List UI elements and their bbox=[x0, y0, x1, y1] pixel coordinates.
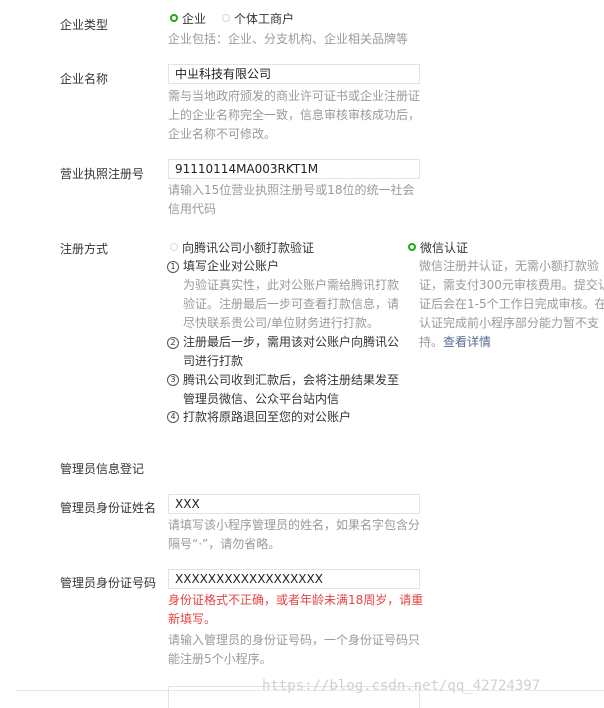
admin-name-input[interactable]: XXX bbox=[168, 494, 420, 514]
step-3-icon: 3 bbox=[167, 374, 179, 386]
admin-id-error-2: 新填写。 bbox=[168, 612, 217, 626]
step-4-icon: 4 bbox=[167, 411, 179, 423]
company-name-hint-1: 需与当地政府颁发的商业许可证书或企业注册证 bbox=[168, 89, 421, 103]
radio-wechat-auth-label[interactable]: 微信认证 bbox=[420, 239, 468, 256]
wechat-desc-tail: 持。 bbox=[419, 335, 444, 349]
step-1-desc-2: 验证。注册最后一步可查看打款信息，请 bbox=[183, 297, 400, 311]
wechat-desc-2: 证，需支付300元审核费用。提交认 bbox=[419, 278, 604, 292]
radio-bank-transfer-label[interactable]: 向腾讯公司小额打款验证 bbox=[182, 239, 314, 256]
wechat-desc-1: 微信注册并认证，无需小额打款验 bbox=[419, 259, 600, 273]
view-details-link[interactable]: 查看详情 bbox=[443, 335, 491, 349]
admin-id-error-1: 身份证格式不正确，或者年龄未满18周岁，请重 bbox=[168, 593, 424, 607]
license-input[interactable]: 91110114MA003RKT1M bbox=[168, 159, 420, 179]
step-3-title-2: 管理员微信、公众平台站内信 bbox=[183, 392, 340, 406]
wechat-desc-4: 认证完成前小程序部分能力暂不支 bbox=[419, 316, 600, 330]
step-3-title-1: 腾讯公司收到汇款后，会将注册结果发至 bbox=[183, 373, 400, 387]
admin-id-label: 管理员身份证号码 bbox=[60, 576, 157, 590]
admin-name-label: 管理员身份证姓名 bbox=[60, 501, 157, 515]
company-name-input[interactable]: 中ㄓ科技有限公司 bbox=[168, 64, 420, 84]
radio-wechat-auth-selected-icon[interactable] bbox=[408, 243, 416, 251]
admin-name-hint-1: 请填写该小程序管理员的姓名，如果名字包含分 bbox=[168, 518, 421, 532]
radio-individual-label[interactable]: 个体工商户 bbox=[234, 10, 294, 27]
company-name-label: 企业名称 bbox=[60, 72, 109, 86]
radio-company-selected-icon[interactable] bbox=[170, 14, 178, 22]
license-label: 营业执照注册号 bbox=[60, 167, 145, 181]
step-2-icon: 2 bbox=[167, 337, 179, 349]
company-name-hint-2: 上的企业名称完全一致，信息审核审核成功后， bbox=[168, 108, 421, 122]
admin-id-input[interactable]: XXXXXXXXXXXXXXXXXX bbox=[168, 569, 420, 589]
radio-bank-transfer-icon[interactable] bbox=[170, 243, 178, 251]
register-method-label: 注册方式 bbox=[60, 242, 109, 256]
license-hint-1: 请输入15位营业执照注册号或18位的统一社会 bbox=[168, 183, 415, 197]
step-1-icon: 1 bbox=[167, 261, 179, 273]
step-1-title: 填写企业对公账户 bbox=[183, 259, 280, 273]
step-2-title-2: 司进行打款 bbox=[183, 354, 244, 368]
step-2-title-1: 注册最后一步，需用该对公账户向腾讯公 bbox=[183, 335, 400, 349]
admin-section-title: 管理员信息登记 bbox=[60, 462, 145, 476]
step-1-desc-3: 尽快联系贵公司/单位财务进行打款。 bbox=[183, 316, 380, 330]
step-4-title-1: 打款将原路退回至您的对公账户 bbox=[183, 410, 352, 424]
company-type-label: 企业类型 bbox=[60, 18, 109, 32]
admin-id-hint-2: 能注册5个小程序。 bbox=[168, 652, 272, 666]
license-hint-2: 信用代码 bbox=[168, 202, 217, 216]
radio-company-label[interactable]: 企业 bbox=[182, 10, 206, 27]
company-type-hint: 企业包括：企业、分支机构、企业相关品牌等 bbox=[168, 32, 409, 46]
radio-individual-icon[interactable] bbox=[222, 14, 230, 22]
wechat-desc-3: 证后会在1-5个工作日完成审核。在 bbox=[419, 297, 604, 311]
admin-name-hint-2: 隔号“·”，请勿省略。 bbox=[168, 537, 281, 551]
step-1-desc-1: 为验证真实性，此对公账户需给腾讯打款 bbox=[183, 278, 400, 292]
watermark-text: https://blog.csdn.net/qq_42724397 bbox=[262, 678, 541, 694]
wechat-desc-5: 持。查看详情 bbox=[419, 333, 491, 352]
admin-id-hint-1: 请输入管理员的身份证号码，一个身份证号码只 bbox=[168, 633, 421, 647]
company-name-hint-3: 企业名称不可修改。 bbox=[168, 127, 277, 141]
